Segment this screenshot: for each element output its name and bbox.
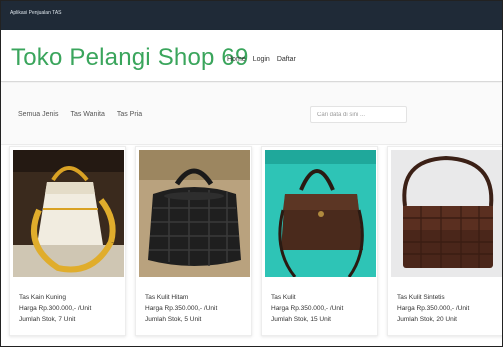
product-card[interactable]: Tas Kulit Sintetis Harga Rp.350.000,- /U…: [387, 146, 502, 336]
product-name: Tas Kulit: [271, 294, 296, 301]
product-card[interactable]: Tas Kulit Hitam Harga Rp.350.000,- /Unit…: [135, 146, 252, 336]
product-card[interactable]: Tas Kulit Harga Rp.350.000,- /Unit Jumla…: [261, 146, 378, 336]
product-info: Tas Kain Kuning Harga Rp.300.000,- /Unit…: [19, 292, 91, 325]
filter-bar: Semua Jenis Tas Wanita Tas Pria: [1, 83, 502, 145]
nav-home-link[interactable]: Home: [227, 56, 246, 63]
product-stock: Jumlah Stok, 20 Unit: [397, 316, 457, 323]
product-stock: Jumlah Stok, 5 Unit: [145, 316, 202, 323]
product-price: Harga Rp.350.000,- /Unit: [271, 305, 344, 312]
nav-register-link[interactable]: Daftar: [277, 56, 296, 63]
product-image[interactable]: [139, 150, 250, 277]
product-stock: Jumlah Stok, 7 Unit: [19, 316, 76, 323]
product-image[interactable]: [13, 150, 124, 277]
product-image[interactable]: [391, 150, 502, 277]
title-bar: Aplikasi Penjualan TAS: [1, 1, 502, 30]
product-grid: Tas Kain Kuning Harga Rp.300.000,- /Unit…: [1, 146, 502, 346]
product-name: Tas Kulit Hitam: [145, 294, 189, 301]
product-name: Tas Kain Kuning: [19, 294, 66, 301]
product-name: Tas Kulit Sintetis: [397, 294, 445, 301]
search-input[interactable]: [310, 106, 407, 123]
app-window: Aplikasi Penjualan TAS Toko Pelangi Shop…: [0, 0, 503, 347]
app-title: Aplikasi Penjualan TAS: [10, 10, 62, 16]
nav-menu: Home Login Daftar: [227, 56, 296, 63]
product-price: Harga Rp.300.000,- /Unit: [19, 305, 92, 312]
tab-women-bags[interactable]: Tas Wanita: [70, 111, 104, 118]
product-card[interactable]: Tas Kain Kuning Harga Rp.300.000,- /Unit…: [9, 146, 126, 336]
tab-all-types[interactable]: Semua Jenis: [18, 111, 58, 118]
product-image[interactable]: [265, 150, 376, 277]
product-price: Harga Rp.350.000,- /Unit: [145, 305, 218, 312]
product-stock: Jumlah Stok, 15 Unit: [271, 316, 331, 323]
product-info: Tas Kulit Sintetis Harga Rp.350.000,- /U…: [397, 292, 469, 325]
tab-men-bags[interactable]: Tas Pria: [117, 111, 142, 118]
navbar: Toko Pelangi Shop 69 Home Login Daftar: [1, 30, 502, 82]
product-info: Tas Kulit Harga Rp.350.000,- /Unit Jumla…: [271, 292, 343, 325]
category-tabs: Semua Jenis Tas Wanita Tas Pria: [18, 111, 142, 118]
product-price: Harga Rp.350.000,- /Unit: [397, 305, 470, 312]
nav-login-link[interactable]: Login: [253, 56, 270, 63]
shop-brand[interactable]: Toko Pelangi Shop 69: [11, 44, 249, 72]
product-info: Tas Kulit Hitam Harga Rp.350.000,- /Unit…: [145, 292, 217, 325]
